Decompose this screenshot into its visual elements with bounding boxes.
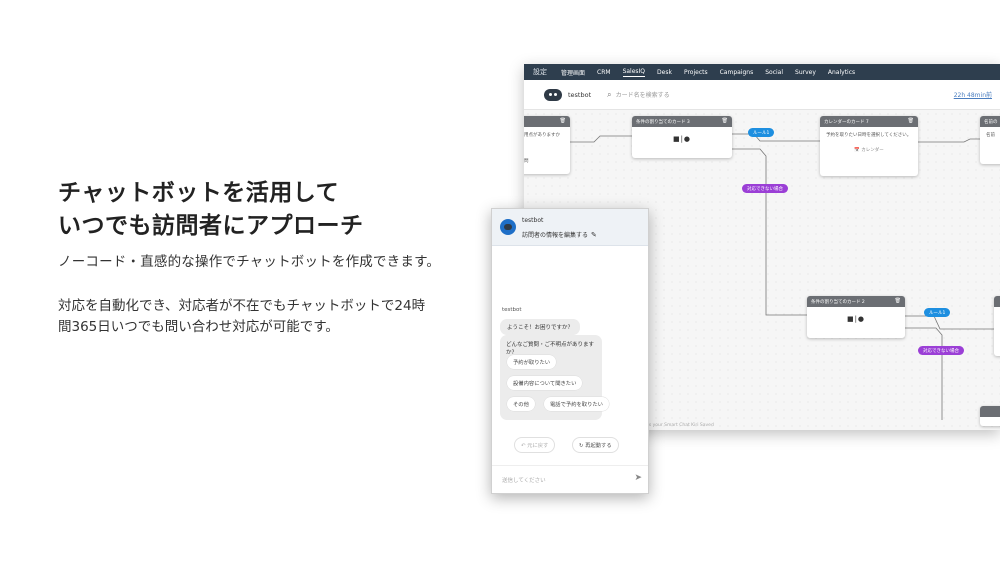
flow-card-2[interactable]: 条件の割り当てのカード 3 🗑 ■|● bbox=[632, 116, 732, 158]
flow-card-7[interactable] bbox=[980, 406, 1000, 426]
back-label: 元に戻す bbox=[527, 443, 549, 449]
card-3-body: 予約を取りたい日時を選択してください。 bbox=[826, 133, 912, 138]
option-button-phone-reserve[interactable]: 電話で予約を取りたい bbox=[544, 397, 609, 411]
greeting-bubble: ようこそ！お困りですか？ bbox=[500, 319, 581, 335]
bot-name: testbot bbox=[568, 90, 592, 99]
chat-widget: testbot 訪問者の情報を編集する ✎ testbot ようこそ！お困りですか… bbox=[491, 208, 649, 494]
undo-icon: ↶ bbox=[521, 443, 526, 449]
card-5-title: 条件の割り当てのカード 2 bbox=[811, 300, 865, 305]
restart-icon: ↻ bbox=[579, 443, 584, 449]
pencil-icon: ✎ bbox=[591, 231, 597, 239]
calendar-icon: 📅 bbox=[854, 148, 860, 153]
chat-input[interactable]: 送信してください bbox=[502, 476, 546, 484]
nav-crm[interactable]: CRM bbox=[597, 69, 611, 76]
nav-admin[interactable]: 管理画面 bbox=[561, 68, 585, 77]
trash-icon[interactable]: 🗑 bbox=[895, 298, 901, 304]
trash-icon[interactable]: 🗑 bbox=[560, 118, 566, 124]
card-3-title: カレンダーのカード 7 bbox=[824, 120, 869, 125]
flow-card-6[interactable] bbox=[994, 296, 1000, 356]
flow-card-4[interactable]: 名前の 名前 bbox=[980, 116, 1000, 164]
card-2-title: 条件の割り当てのカード 3 bbox=[636, 120, 690, 125]
card-search-input[interactable]: カード名を検索する bbox=[616, 90, 670, 99]
nav-projects[interactable]: Projects bbox=[684, 69, 708, 76]
flow-card-1[interactable]: 🗑 用点がありますか 問 bbox=[524, 116, 570, 174]
hero-subtitle: ノーコード・直感的な操作でチャットボットを作成できます。 bbox=[58, 254, 441, 270]
search-icon[interactable]: ⌕ bbox=[607, 90, 611, 100]
else-pill-1[interactable]: 対応できない場合 bbox=[742, 184, 788, 193]
flow-card-5[interactable]: 条件の割り当てのカード 2 🗑 ■|● bbox=[807, 296, 905, 338]
card-1-body: 用点がありますか bbox=[524, 133, 560, 138]
trash-icon[interactable]: 🗑 bbox=[722, 118, 728, 124]
edit-visitor-info-label: 訪問者の情報を編集する bbox=[522, 232, 589, 239]
builder-toolbar: testbot ⌕ カード名を検索する 22h 48min前 bbox=[524, 80, 1000, 110]
hero-description: 対応を自動化でき、対応者が不在でもチャットボットで24時 間365日いつでも問い… bbox=[58, 296, 478, 338]
condition-icon: ■|● bbox=[846, 315, 866, 323]
chat-header: testbot 訪問者の情報を編集する ✎ bbox=[492, 209, 648, 246]
nav-survey[interactable]: Survey bbox=[795, 69, 816, 76]
hero-desc-line1: 対応を自動化でき、対応者が不在でもチャットボットで24時 bbox=[58, 298, 426, 314]
nav-analytics[interactable]: Analytics bbox=[828, 69, 855, 76]
chat-input-area[interactable]: 送信してください ➤ bbox=[492, 465, 648, 493]
card-1-side: 問 bbox=[524, 159, 529, 164]
card-4-body: 名前 bbox=[986, 133, 995, 138]
hero-title-line2: いつでも訪問者にアプローチ bbox=[58, 213, 364, 239]
option-button-reserve[interactable]: 予約が取りたい bbox=[507, 355, 557, 369]
send-icon[interactable]: ➤ bbox=[634, 473, 642, 483]
hero-title: チャットボットを活用して いつでも訪問者にアプローチ bbox=[58, 177, 478, 243]
else-pill-2[interactable]: 対応できない場合 bbox=[918, 346, 964, 355]
rule-pill-1[interactable]: ルール1 bbox=[748, 128, 775, 137]
nav-desk[interactable]: Desk bbox=[657, 69, 672, 76]
builder-footer-note: ns your Smart Chat Kiri Saved bbox=[646, 423, 714, 428]
option-button-other[interactable]: その他 bbox=[507, 397, 535, 411]
nav-salesiq[interactable]: SalesIQ bbox=[622, 68, 646, 77]
condition-icon: ■|● bbox=[672, 135, 692, 143]
trash-icon[interactable]: 🗑 bbox=[908, 118, 914, 124]
card-3-calendar: 📅 カレンダー bbox=[820, 147, 918, 153]
chat-bot-name: testbot bbox=[522, 217, 544, 224]
nav-social[interactable]: Social bbox=[765, 69, 783, 76]
question-text: どんなご質問・ご不明点がありますか？ bbox=[506, 342, 595, 356]
nav-campaigns[interactable]: Campaigns bbox=[720, 69, 754, 76]
message-sender: testbot bbox=[502, 307, 522, 313]
hero-desc-line2: 間365日いつでも問い合わせ対応が可能です。 bbox=[58, 319, 339, 335]
card-4-title: 名前の bbox=[984, 120, 998, 125]
saved-timer-link[interactable]: 22h 48min前 bbox=[954, 90, 992, 99]
hero-section: チャットボットを活用して いつでも訪問者にアプローチ ノーコード・直感的な操作で… bbox=[58, 177, 478, 338]
hero-title-line1: チャットボットを活用して bbox=[58, 180, 340, 206]
restart-label: 再起動する bbox=[585, 443, 612, 449]
flow-card-3[interactable]: カレンダーのカード 7 🗑 予約を取りたい日時を選択してください。 📅 カレンダー bbox=[820, 116, 918, 176]
back-button[interactable]: ↶ 元に戻す bbox=[514, 437, 556, 453]
bot-avatar-icon bbox=[544, 88, 562, 101]
rule-pill-2[interactable]: ルール1 bbox=[924, 308, 951, 317]
restart-button[interactable]: ↻ 再起動する bbox=[572, 437, 619, 453]
top-navigation: 設定 管理画面 CRM SalesIQ Desk Projects Campai… bbox=[524, 64, 1000, 80]
card-3-calendar-label: カレンダー bbox=[861, 148, 884, 153]
bot-avatar-icon bbox=[500, 219, 516, 235]
nav-settings[interactable]: 設定 bbox=[533, 67, 547, 77]
option-button-facilities[interactable]: 設備内容について聞きたい bbox=[507, 376, 583, 390]
edit-visitor-info-link[interactable]: 訪問者の情報を編集する ✎ bbox=[522, 230, 597, 239]
